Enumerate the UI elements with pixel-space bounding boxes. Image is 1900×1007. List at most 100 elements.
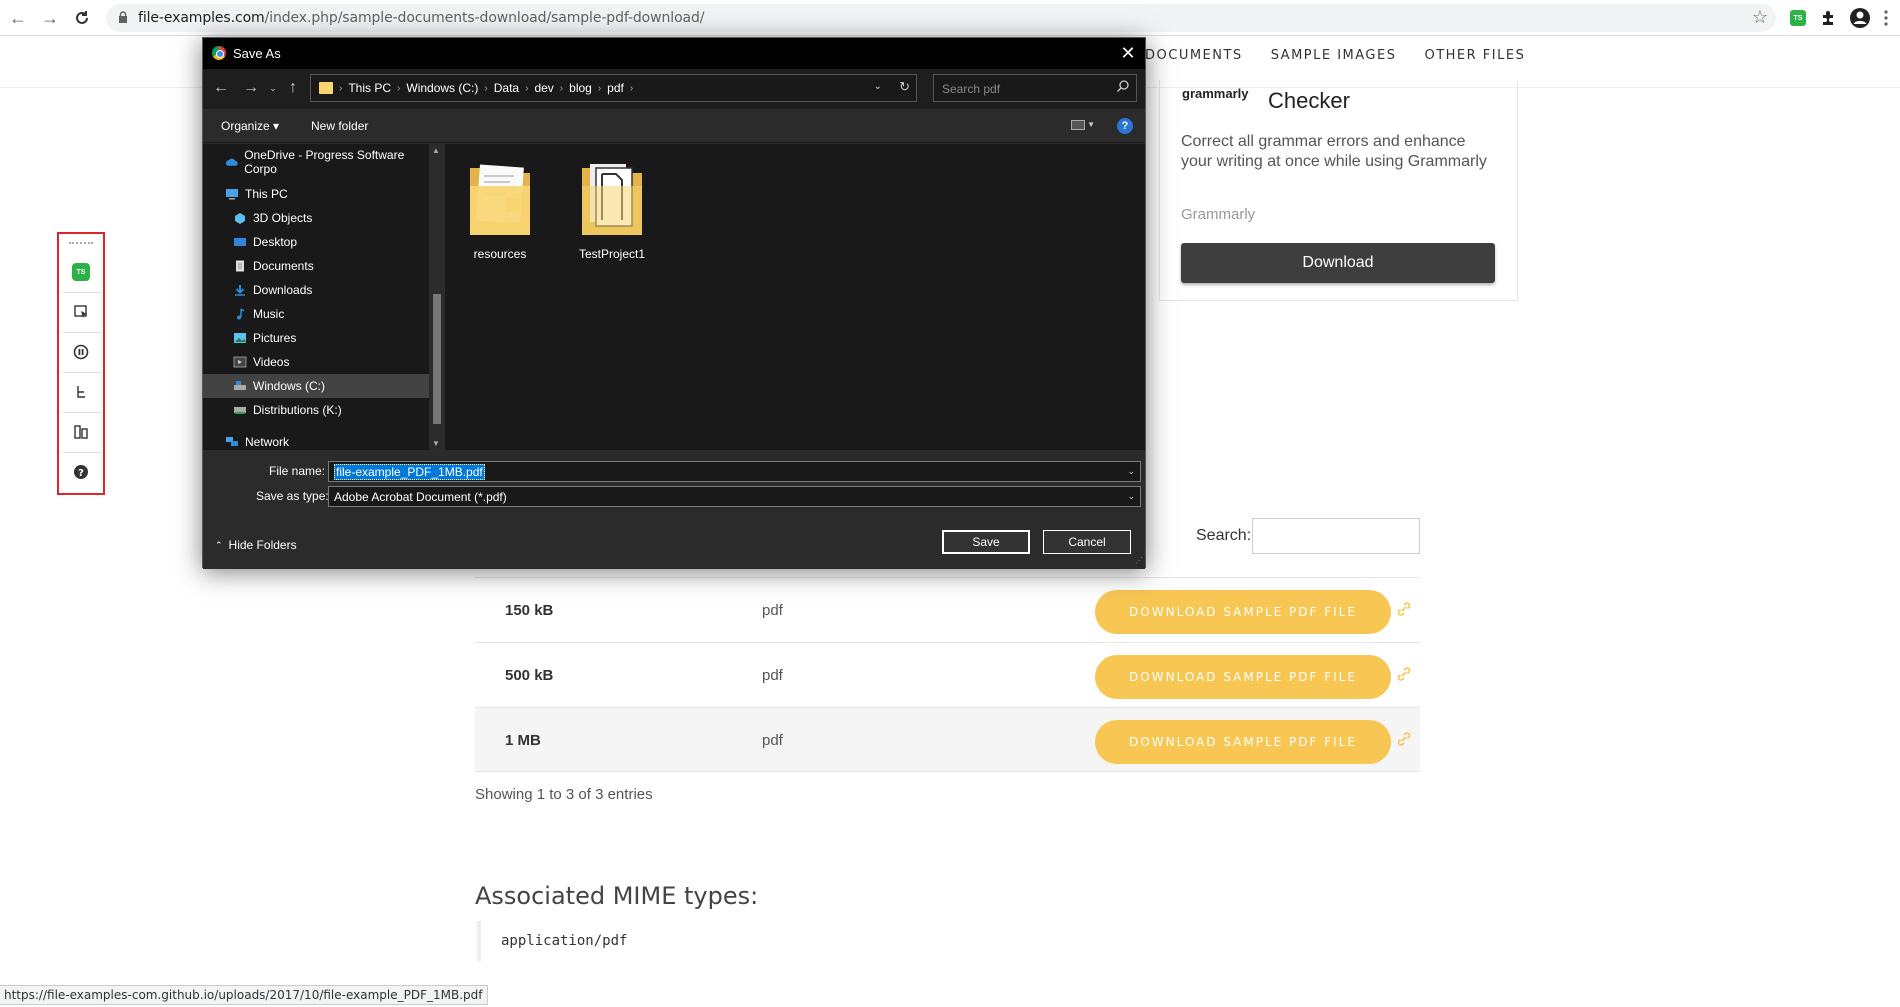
select-element-icon[interactable] (69, 300, 93, 324)
tree-item-onedrive[interactable]: OneDrive - Progress Software Corpo (203, 148, 429, 176)
nav-sample-images[interactable]: SAMPLE IMAGES (1271, 48, 1397, 63)
file-item-resources[interactable]: resources (455, 156, 545, 261)
table-search-input[interactable] (1252, 518, 1420, 554)
tree-item-distributions-k[interactable]: Distributions (K:) (203, 398, 429, 422)
onedrive-icon (226, 158, 238, 166)
chevron-down-icon[interactable]: ⌄ (1127, 466, 1135, 477)
back-icon[interactable]: ← (6, 6, 30, 30)
svg-text:?: ? (78, 468, 84, 479)
tree-item-this-pc[interactable]: This PC (203, 182, 429, 206)
resize-grip-icon[interactable]: ⋰ (1135, 556, 1143, 565)
split-panel-icon[interactable] (69, 420, 93, 444)
teststudio-extension-icon[interactable]: TS (1786, 6, 1810, 30)
view-dropdown-icon[interactable]: ▼ (1087, 120, 1095, 129)
toolbar-divider (63, 372, 101, 373)
dialog-search-input[interactable]: Search pdf (933, 74, 1137, 102)
scroll-thumb[interactable] (433, 294, 441, 424)
dialog-titlebar[interactable]: Save As ✕ (203, 38, 1145, 69)
download-sample-button[interactable]: DOWNLOAD SAMPLE PDF FILE (1095, 590, 1391, 634)
save-as-dialog: Save As ✕ ← → ⌄ ↑ › This PC › Windows (C… (202, 37, 1146, 569)
crumb-pdf[interactable]: pdf (607, 81, 624, 95)
download-sample-button[interactable]: DOWNLOAD SAMPLE PDF FILE (1095, 720, 1391, 764)
ad-source[interactable]: Grammarly (1181, 206, 1255, 223)
tree-item-windows-c[interactable]: Windows (C:) (203, 374, 429, 398)
search-icon (1117, 80, 1129, 92)
music-icon (237, 308, 245, 320)
dialog-path-bar[interactable]: › This PC › Windows (C:) › Data › dev › … (310, 74, 917, 102)
tree-item-videos[interactable]: Videos (203, 350, 429, 374)
hide-folders-toggle[interactable]: ⌃ Hide Folders (215, 538, 297, 552)
nav-documents[interactable]: DOCUMENTS (1145, 48, 1243, 63)
organize-menu[interactable]: Organize ▾ (221, 119, 279, 133)
crumb-windows-c[interactable]: Windows (C:) (406, 81, 478, 95)
help-icon[interactable]: ? (69, 460, 93, 484)
navigation-pane: OneDrive - Progress Software Corpo This … (203, 144, 429, 450)
network-icon (226, 437, 238, 446)
tree-item-3d-objects[interactable]: 3D Objects (203, 206, 429, 230)
dialog-address-row: ← → ⌄ ↑ › This PC › Windows (C:) › Data … (203, 69, 1145, 109)
download-sample-button[interactable]: DOWNLOAD SAMPLE PDF FILE (1095, 655, 1391, 699)
save-as-type-select[interactable]: Adobe Acrobat Document (*.pdf) ⌄ (328, 486, 1141, 507)
menu-kebab-icon[interactable] (1874, 6, 1898, 30)
tree-item-pictures[interactable]: Pictures (203, 326, 429, 350)
back-icon[interactable]: ← (211, 79, 231, 97)
forward-icon[interactable]: → (38, 6, 62, 30)
file-format: pdf (762, 732, 783, 749)
mime-heading: Associated MIME types: (475, 882, 759, 910)
tree-scrollbar[interactable]: ▲ ▼ (429, 144, 445, 450)
scroll-up-icon[interactable]: ▲ (432, 146, 440, 155)
file-name-field[interactable]: file-example_PDF_1MB.pdf ⌄ (328, 461, 1141, 482)
scroll-down-icon[interactable]: ▼ (432, 439, 440, 448)
tree-item-desktop[interactable]: Desktop (203, 230, 429, 254)
file-size: 500 kB (505, 667, 554, 684)
ad-download-button[interactable]: Download (1181, 243, 1495, 283)
up-arrow-icon[interactable]: ↑ (283, 79, 303, 97)
toolbar-divider (63, 412, 101, 413)
link-icon[interactable] (1395, 665, 1413, 683)
save-button[interactable]: Save (942, 530, 1030, 554)
tree-item-music[interactable]: Music (203, 302, 429, 326)
ts-recorder-icon[interactable]: TS (69, 260, 93, 284)
view-options-icon[interactable] (1071, 120, 1085, 130)
extensions-puzzle-icon[interactable] (1816, 6, 1840, 30)
crumb-this-pc[interactable]: This PC (348, 81, 391, 95)
entries-info: Showing 1 to 3 of 3 entries (475, 786, 653, 803)
address-bar[interactable]: file-examples.com/index.php/sample-docum… (106, 4, 1776, 32)
profile-avatar-icon[interactable] (1848, 6, 1872, 30)
bookmark-star-icon[interactable]: ☆ (1752, 7, 1768, 28)
pause-icon[interactable] (69, 340, 93, 364)
recent-dropdown-icon[interactable]: ⌄ (263, 83, 283, 94)
folder-icon (319, 82, 333, 94)
forward-icon[interactable]: → (241, 79, 261, 97)
nav-other-files[interactable]: OTHER FILES (1424, 48, 1525, 63)
folder-icon (470, 164, 530, 235)
file-item-testproject1[interactable]: TestProject1 (567, 156, 657, 261)
tree-item-downloads[interactable]: Downloads (203, 278, 429, 302)
path-dropdown-icon[interactable]: ⌄ (874, 81, 882, 92)
file-size: 1 MB (505, 732, 541, 749)
link-icon[interactable] (1395, 600, 1413, 618)
crumb-blog[interactable]: blog (569, 81, 592, 95)
link-icon[interactable] (1395, 730, 1413, 748)
cancel-button[interactable]: Cancel (1043, 530, 1131, 554)
ad-brand-logo: grammarly (1182, 86, 1249, 101)
crumb-dev[interactable]: dev (534, 81, 553, 95)
toolbar-divider (63, 452, 101, 453)
ad-text: Correct all grammar errors and enhance y… (1181, 133, 1487, 170)
drag-grip-icon[interactable] (69, 242, 93, 246)
help-icon[interactable]: ? (1117, 118, 1133, 134)
tree-icon[interactable] (69, 380, 93, 404)
refresh-icon[interactable]: ↻ (899, 79, 910, 95)
close-icon[interactable]: ✕ (1117, 42, 1139, 64)
save-type-label: Save as type: (256, 489, 329, 503)
tree-item-documents[interactable]: Documents (203, 254, 429, 278)
reload-icon[interactable] (70, 6, 94, 30)
crumb-data[interactable]: Data (494, 81, 519, 95)
downloads-icon (235, 285, 245, 296)
lock-icon (119, 11, 127, 23)
chevron-down-icon[interactable]: ⌄ (1127, 491, 1135, 502)
url-text: file-examples.com/index.php/sample-docum… (138, 10, 705, 26)
file-list-pane: resources TestProject1 (445, 144, 1145, 450)
new-folder-button[interactable]: New folder (311, 119, 368, 133)
videos-icon (233, 356, 247, 368)
